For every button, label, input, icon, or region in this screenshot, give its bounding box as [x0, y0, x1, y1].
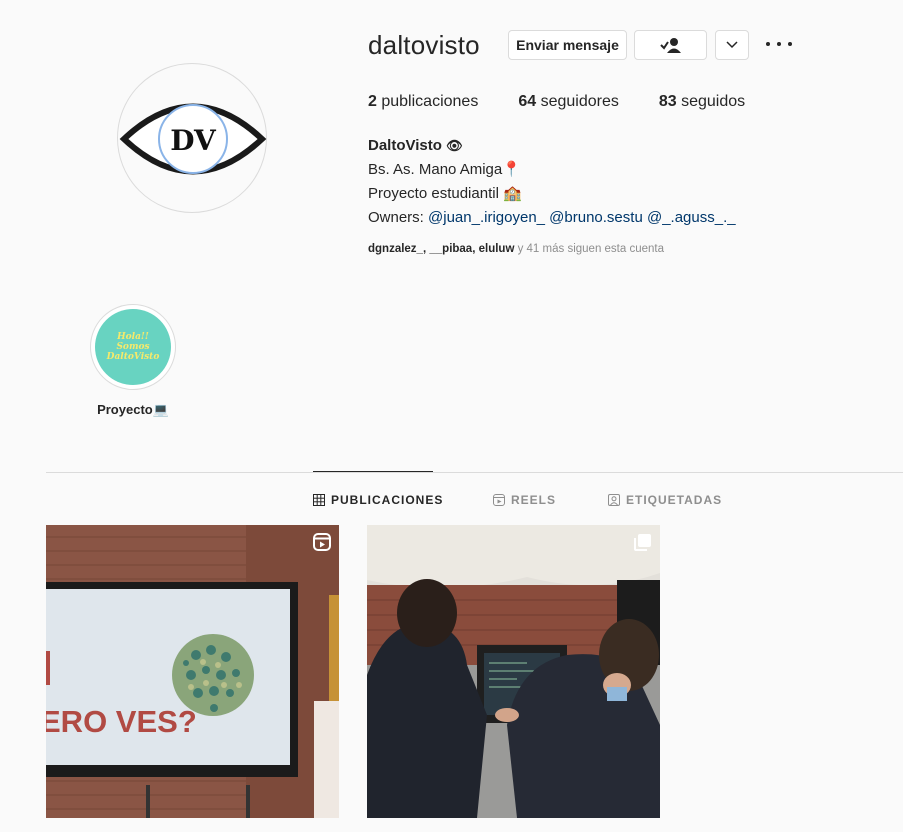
profile-stats: 2 publicaciones 64 seguidores 83 seguido…: [368, 93, 785, 111]
bio-line: Proyecto estudiantil 🏫: [368, 185, 522, 202]
post-image: [367, 525, 660, 818]
followers-link[interactable]: 64 seguidores: [518, 93, 619, 111]
eye-icon: 👁: [446, 138, 463, 153]
suggested-dropdown-button[interactable]: [715, 30, 749, 60]
dot: [777, 42, 781, 46]
post-thumbnail[interactable]: [367, 525, 660, 818]
following-button[interactable]: [634, 30, 707, 60]
following-link[interactable]: 83 seguidos: [659, 93, 745, 111]
highlight-cover: Hola!! Somos DaltoVisto: [95, 309, 171, 385]
post-thumbnail[interactable]: ERO VES?: [46, 525, 339, 818]
dot: [766, 42, 770, 46]
person-check-icon: [659, 38, 681, 53]
active-tab-indicator: [313, 471, 433, 472]
reels-icon: [493, 494, 505, 506]
svg-text:ERO VES?: ERO VES?: [46, 704, 197, 739]
send-message-button[interactable]: Enviar mensaje: [508, 30, 627, 60]
tab-reels[interactable]: REELS: [493, 493, 556, 507]
mention-link[interactable]: @bruno.sestu: [549, 209, 643, 226]
bio-owners: Owners: @juan_.irigoyen_ @bruno.sestu @_…: [368, 209, 736, 226]
dot: [788, 42, 792, 46]
profile-full-name: DaltoVisto 👁: [368, 137, 463, 154]
post-image: ERO VES?: [46, 525, 339, 818]
tabs-divider: [46, 472, 903, 473]
more-options-button[interactable]: [766, 34, 792, 54]
grid-icon: [313, 494, 325, 506]
story-highlight[interactable]: Hola!! Somos DaltoVisto: [90, 304, 176, 390]
tagged-icon: [608, 494, 620, 506]
tab-publicaciones[interactable]: PUBLICACIONES: [313, 493, 443, 507]
carousel-badge-icon: [634, 534, 651, 551]
mention-link[interactable]: @juan_.irigoyen_: [428, 209, 545, 226]
bio-line: Bs. As. Mano Amiga📍: [368, 161, 521, 178]
tab-etiquetadas[interactable]: ETIQUETADAS: [608, 493, 722, 507]
highlight-label: Proyecto💻: [97, 402, 169, 417]
profile-username: daltovisto: [368, 30, 480, 60]
followed-by[interactable]: dgnzalez_, __pibaa, eluluw y 41 más sigu…: [368, 243, 664, 255]
daltovisto-logo: DV: [119, 103, 267, 175]
profile-avatar[interactable]: DV: [117, 63, 267, 213]
chevron-down-icon: [726, 41, 738, 49]
svg-text:DV: DV: [170, 124, 217, 157]
mention-link[interactable]: @_.aguss_._: [647, 209, 736, 226]
posts-count: 2 publicaciones: [368, 93, 479, 110]
reel-badge-icon: [313, 533, 331, 551]
